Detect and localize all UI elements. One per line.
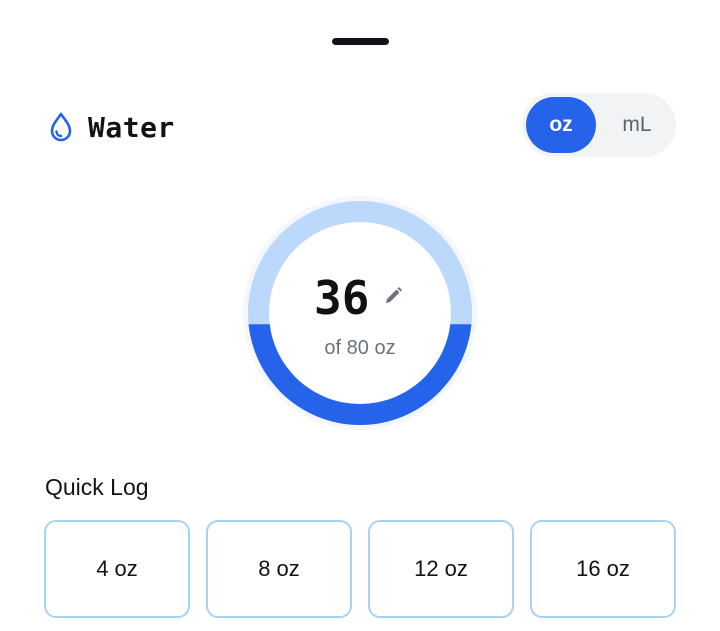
water-header: Water oz mL <box>46 93 678 157</box>
quick-log-16oz-button[interactable]: 16 oz <box>530 520 676 618</box>
quick-log-buttons: 4 oz 8 oz 12 oz 16 oz <box>44 520 676 618</box>
water-sheet: Water oz mL 36 of 80 oz Quick Log 4 oz 8… <box>0 0 720 631</box>
water-progress-gauge: 36 of 80 oz <box>240 193 480 433</box>
unit-option-ml[interactable]: mL <box>602 97 672 153</box>
sheet-grabber-handle[interactable] <box>332 38 389 45</box>
water-amount-value: 36 <box>314 271 370 325</box>
quick-log-title: Quick Log <box>45 474 149 500</box>
quick-log-12oz-button[interactable]: 12 oz <box>368 520 514 618</box>
water-goal-text: of 80 oz <box>324 337 396 359</box>
quick-log-8oz-button[interactable]: 8 oz <box>206 520 352 618</box>
page-title: Water <box>88 111 175 144</box>
quick-log-4oz-button[interactable]: 4 oz <box>44 520 190 618</box>
water-drop-icon <box>48 112 74 142</box>
gauge-readout: 36 of 80 oz <box>240 193 480 433</box>
pencil-icon[interactable] <box>382 285 404 307</box>
unit-option-oz[interactable]: oz <box>526 97 596 153</box>
unit-toggle: oz mL <box>522 93 676 157</box>
